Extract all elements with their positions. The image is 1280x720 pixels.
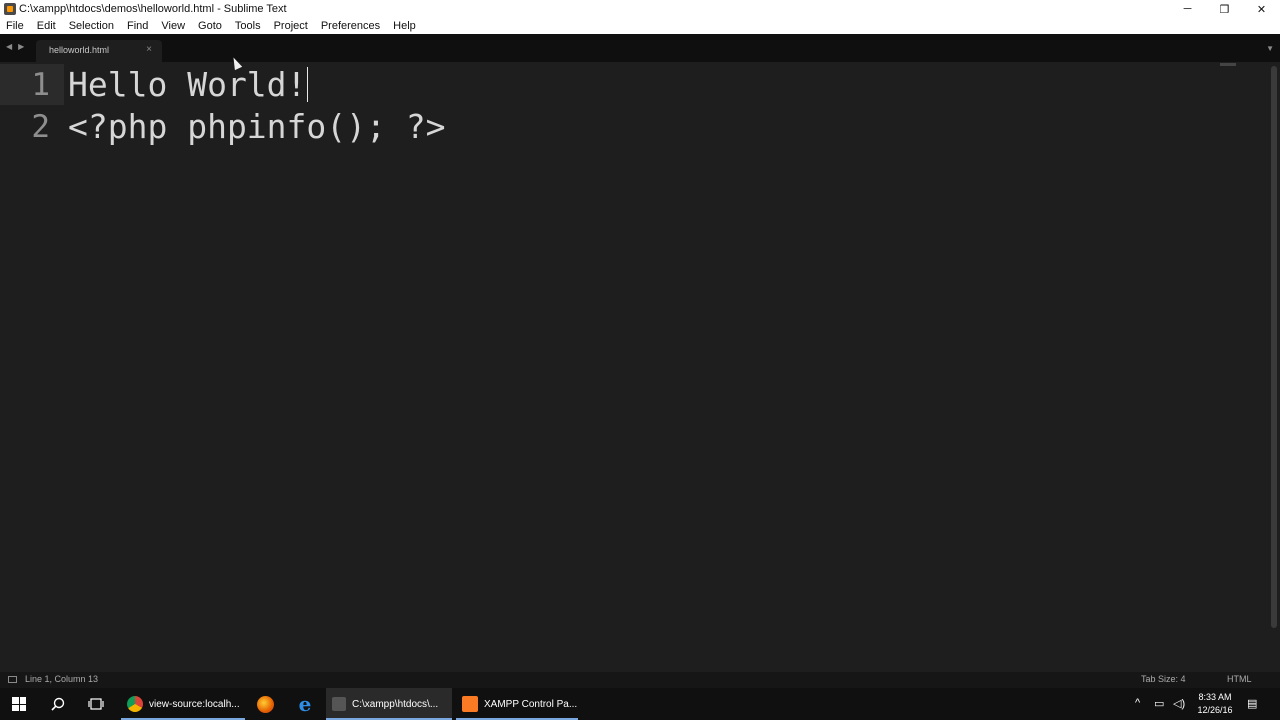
menu-bar: File Edit Selection Find View Goto Tools…	[0, 18, 1280, 34]
menu-project[interactable]: Project	[274, 20, 308, 32]
line-number: 1	[31, 67, 50, 103]
menu-file[interactable]: File	[6, 20, 24, 32]
status-bar: Line 1, Column 13 Tab Size: 4 HTML	[0, 672, 1280, 688]
menu-preferences[interactable]: Preferences	[321, 20, 380, 32]
windows-logo-icon	[12, 697, 26, 711]
sublime-app-icon	[4, 3, 16, 15]
minimap[interactable]	[1220, 63, 1236, 66]
syntax-selector[interactable]: HTML	[1227, 674, 1252, 684]
system-clock[interactable]: 8:33 AM 12/26/16	[1193, 691, 1237, 717]
minimize-button[interactable]: ─	[1169, 0, 1206, 18]
firefox-icon[interactable]	[246, 688, 284, 720]
xampp-icon	[462, 696, 478, 712]
close-button[interactable]: ✕	[1243, 0, 1280, 18]
code-line[interactable]: <?php phpinfo(); ?>	[68, 106, 446, 148]
task-view-icon[interactable]	[78, 688, 114, 720]
taskbar-app-chrome[interactable]: view-source:localh...	[121, 688, 245, 720]
show-hidden-icons-icon[interactable]: ^	[1135, 697, 1140, 709]
tab-nav-arrows: ◀ ▶	[6, 42, 30, 51]
clock-time: 8:33 AM	[1198, 692, 1232, 702]
tab-label: helloworld.html	[49, 45, 110, 55]
clock-date: 12/26/16	[1197, 705, 1233, 715]
menu-help[interactable]: Help	[393, 20, 416, 32]
menu-goto[interactable]: Goto	[198, 20, 222, 32]
tab-list-dropdown-icon[interactable]: ▼	[1266, 44, 1274, 53]
title-bar: C:\xampp\htdocs\demos\helloworld.html - …	[0, 0, 1280, 18]
volume-icon[interactable]: ◁)	[1173, 697, 1185, 710]
window-title: C:\xampp\htdocs\demos\helloworld.html - …	[19, 3, 287, 15]
line-number: 2	[31, 109, 50, 145]
edge-icon[interactable]: e	[286, 688, 324, 720]
vertical-scrollbar[interactable]	[1271, 66, 1277, 628]
action-center-icon[interactable]: ▤	[1247, 697, 1257, 710]
menu-find[interactable]: Find	[127, 20, 148, 32]
search-icon[interactable]	[40, 688, 76, 720]
tab-back-icon[interactable]: ◀	[6, 42, 12, 51]
tab-bar: ◀ ▶ helloworld.html × ▼	[0, 34, 1280, 62]
network-icon[interactable]: ▭	[1154, 697, 1164, 710]
tab-close-icon[interactable]: ×	[146, 44, 152, 55]
restore-button[interactable]: ❐	[1206, 0, 1243, 18]
taskbar-app-label: C:\xampp\htdocs\...	[352, 698, 439, 710]
code-line[interactable]: Hello World!	[68, 64, 306, 106]
tab-size-selector[interactable]: Tab Size: 4	[1141, 674, 1186, 684]
text-caret	[307, 67, 308, 102]
taskbar-app-label: XAMPP Control Pa...	[484, 698, 578, 710]
cursor-position: Line 1, Column 13	[25, 674, 99, 684]
sublime-icon	[332, 697, 346, 711]
taskbar-app-label: view-source:localh...	[149, 698, 240, 710]
menu-edit[interactable]: Edit	[37, 20, 56, 32]
start-button[interactable]	[0, 688, 38, 720]
window-controls: ─ ❐ ✕	[1169, 0, 1280, 18]
windows-taskbar: view-source:localh... e C:\xampp\htdocs\…	[0, 688, 1280, 720]
menu-selection[interactable]: Selection	[69, 20, 114, 32]
tab-helloworld[interactable]: helloworld.html ×	[36, 40, 162, 62]
panel-toggle-icon[interactable]	[8, 676, 17, 683]
menu-view[interactable]: View	[161, 20, 185, 32]
tab-forward-icon[interactable]: ▶	[18, 42, 24, 51]
menu-tools[interactable]: Tools	[235, 20, 261, 32]
taskbar-app-sublime[interactable]: C:\xampp\htdocs\...	[326, 688, 452, 720]
editor-area[interactable]: 1 2 Hello World! <?php phpinfo(); ?>	[0, 62, 1280, 672]
chrome-icon	[127, 696, 143, 712]
taskbar-app-xampp[interactable]: XAMPP Control Pa...	[456, 688, 578, 720]
